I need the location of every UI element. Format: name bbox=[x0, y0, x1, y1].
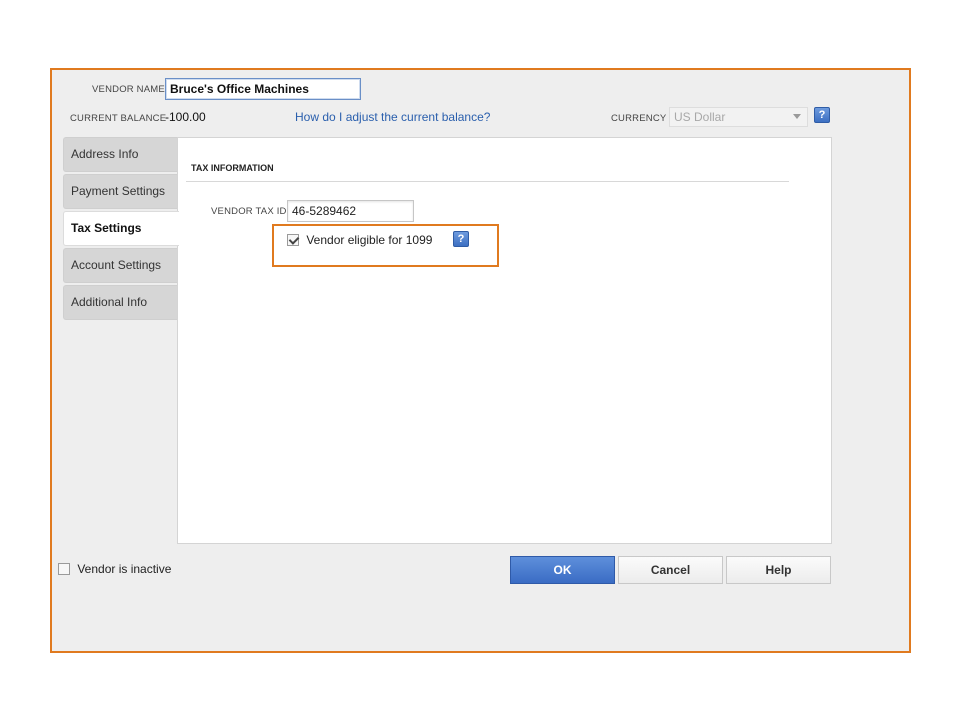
ok-button[interactable]: OK bbox=[510, 556, 615, 584]
vendor-tax-id-label: VENDOR TAX ID bbox=[211, 206, 287, 217]
tab-address-info[interactable]: Address Info bbox=[63, 137, 178, 172]
tab-label: Payment Settings bbox=[71, 184, 166, 198]
chevron-down-icon bbox=[793, 114, 801, 119]
eligible-1099-help-icon[interactable]: ? bbox=[453, 231, 469, 247]
currency-value: US Dollar bbox=[674, 110, 726, 124]
eligible-1099-checkbox[interactable] bbox=[287, 233, 299, 246]
currency-select[interactable]: US Dollar bbox=[669, 107, 808, 127]
tab-account-settings[interactable]: Account Settings bbox=[63, 248, 178, 283]
vendor-inactive-checkbox[interactable] bbox=[58, 562, 70, 575]
currency-help-icon[interactable]: ? bbox=[814, 107, 830, 123]
tab-payment-settings[interactable]: Payment Settings bbox=[63, 174, 178, 209]
inactive-row: Vendor is inactive bbox=[58, 561, 171, 576]
eligible-1099-row: Vendor eligible for 1099 bbox=[287, 232, 432, 247]
vendor-tax-id-input[interactable]: 46-5289462 bbox=[287, 200, 414, 222]
tab-label: Account Settings bbox=[71, 258, 162, 272]
cancel-button[interactable]: Cancel bbox=[618, 556, 723, 584]
adjust-balance-link[interactable]: How do I adjust the current balance? bbox=[295, 110, 490, 124]
tab-label: Address Info bbox=[71, 147, 139, 161]
vendor-name-label: VENDOR NAME bbox=[92, 84, 165, 95]
currency-label: CURRENCY bbox=[611, 113, 667, 124]
tab-label: Additional Info bbox=[71, 295, 148, 309]
current-balance-label: CURRENT BALANCE bbox=[70, 113, 167, 124]
current-balance-value: -100.00 bbox=[165, 110, 206, 124]
tab-additional-info[interactable]: Additional Info bbox=[63, 285, 178, 320]
vendor-inactive-label: Vendor is inactive bbox=[77, 561, 172, 576]
section-divider bbox=[186, 181, 789, 182]
section-heading: TAX INFORMATION bbox=[191, 163, 274, 173]
tax-settings-panel: TAX INFORMATION VENDOR TAX ID 46-5289462… bbox=[177, 137, 832, 544]
help-button[interactable]: Help bbox=[726, 556, 831, 584]
vendor-name-input[interactable]: Bruce's Office Machines bbox=[165, 78, 361, 100]
tab-label: Tax Settings bbox=[71, 221, 142, 235]
eligible-1099-label: Vendor eligible for 1099 bbox=[306, 232, 433, 247]
tab-tax-settings[interactable]: Tax Settings bbox=[63, 211, 179, 246]
vendor-dialog: VENDOR NAME Bruce's Office Machines CURR… bbox=[50, 68, 911, 653]
